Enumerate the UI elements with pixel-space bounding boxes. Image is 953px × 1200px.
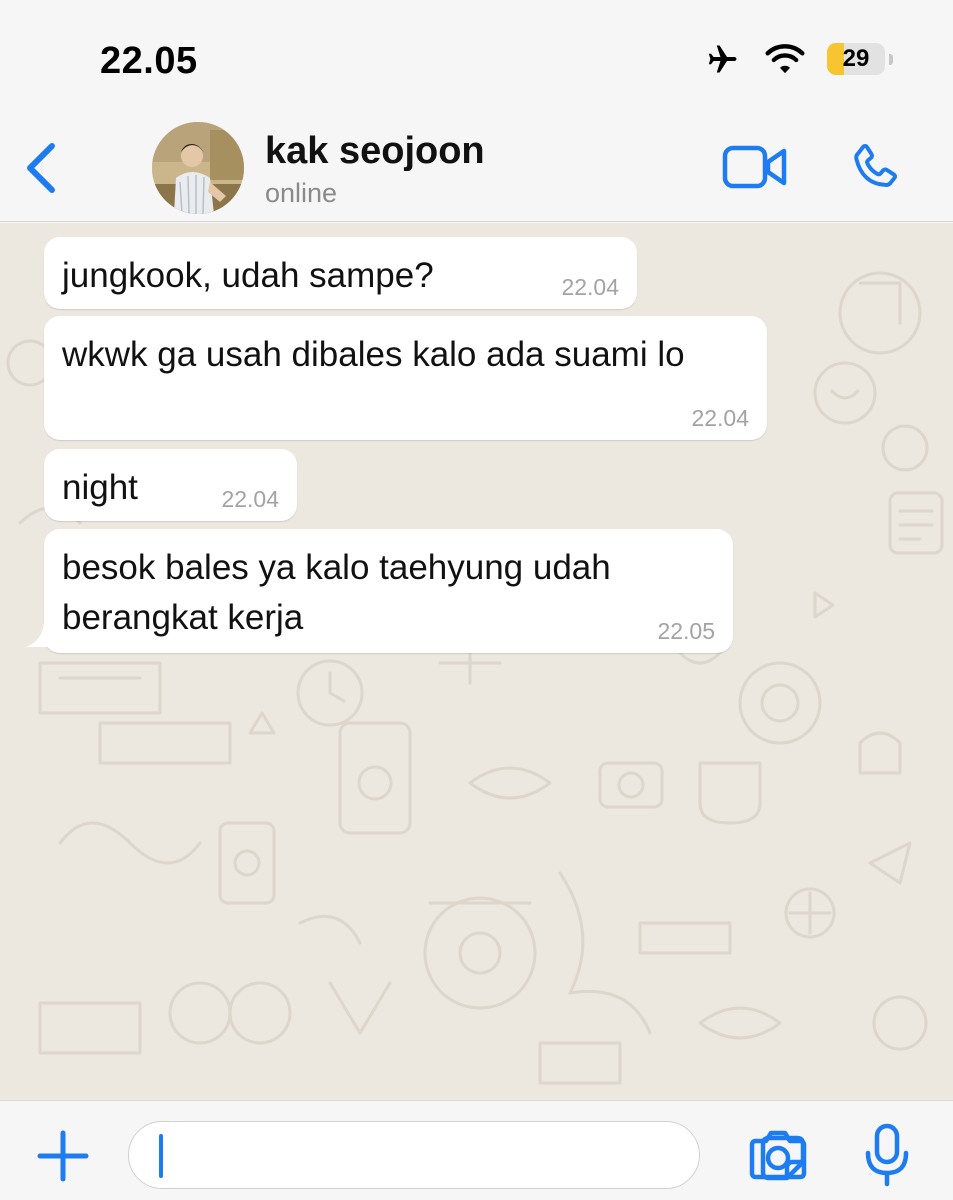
back-button[interactable] — [18, 140, 62, 196]
message-bubble[interactable]: night 22.04 — [44, 449, 297, 521]
avatar[interactable] — [152, 122, 244, 214]
wifi-icon — [765, 44, 805, 74]
chevron-left-icon — [27, 143, 55, 193]
message-text: wkwk ga usah dibales kalo ada suami lo — [62, 335, 685, 374]
message-input[interactable] — [128, 1121, 806, 1189]
contact-status: online — [265, 178, 338, 208]
message-text: besok bales ya kalo taehyung udah berang… — [62, 548, 611, 637]
message-text: jungkook, udah sampe? — [62, 256, 434, 295]
video-call-button[interactable] — [722, 144, 788, 190]
message-bubble[interactable]: jungkook, udah sampe? 22.04 — [44, 237, 637, 309]
chat-area[interactable]: jungkook, udah sampe? 22.04 wkwk ga usah… — [0, 223, 953, 1100]
voice-call-button[interactable] — [848, 140, 904, 196]
camera-button[interactable] — [748, 1127, 808, 1183]
chat-header: kak seojoon online — [0, 110, 953, 222]
plus-icon — [37, 1130, 89, 1182]
message-bubble[interactable]: besok bales ya kalo taehyung udah berang… — [44, 529, 733, 653]
attach-button[interactable] — [34, 1127, 92, 1185]
message-time: 22.04 — [221, 486, 279, 512]
avatar-image — [152, 122, 244, 214]
battery-icon: 29 — [827, 43, 885, 75]
status-icons: 29 — [703, 42, 893, 76]
bubble-tail — [26, 623, 50, 647]
status-bar: 22.05 29 — [0, 0, 953, 110]
message-input-bar — [0, 1100, 953, 1200]
message-time: 22.05 — [657, 618, 715, 644]
microphone-icon — [865, 1123, 909, 1187]
camera-icon — [749, 1130, 807, 1180]
contact-name[interactable]: kak seojoon — [265, 130, 485, 173]
battery-nub — [889, 53, 893, 65]
message-time: 22.04 — [691, 405, 749, 431]
voice-message-button[interactable] — [862, 1123, 912, 1187]
airplane-icon — [708, 45, 737, 73]
message-time: 22.04 — [561, 274, 619, 300]
text-cursor — [159, 1134, 163, 1178]
status-time: 22.05 — [100, 40, 198, 82]
phone-icon — [854, 143, 897, 187]
message-bubble[interactable]: wkwk ga usah dibales kalo ada suami lo 2… — [44, 316, 767, 440]
message-text: night — [62, 468, 138, 507]
video-camera-icon — [722, 145, 787, 189]
battery-level: 29 — [842, 45, 870, 72]
